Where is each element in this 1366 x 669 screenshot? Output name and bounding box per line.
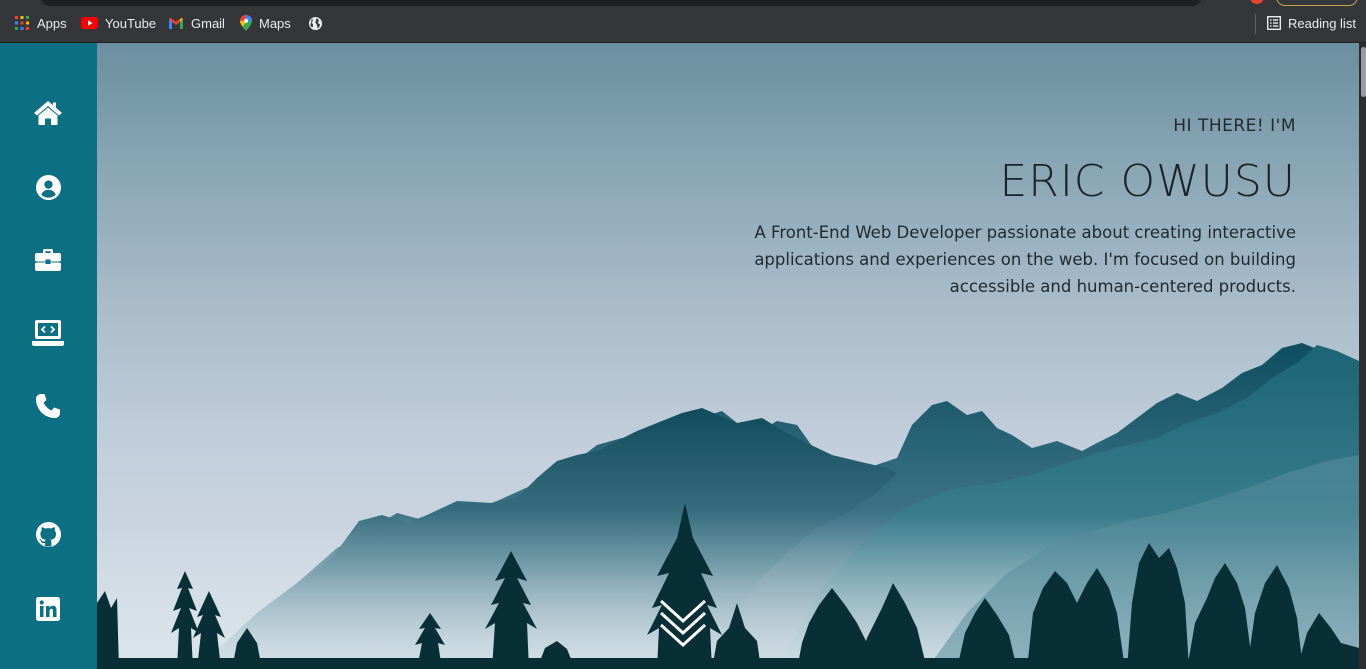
bookmark-label: YouTube — [105, 15, 157, 31]
bookmark-label: Apps — [37, 15, 67, 31]
profile-avatar[interactable] — [1250, 0, 1264, 4]
nav-home-button[interactable] — [30, 95, 66, 131]
social-linkedin-button[interactable] — [30, 591, 66, 627]
bookmark-gmail[interactable]: Gmail — [168, 14, 225, 32]
scrollbar-thumb[interactable] — [1361, 47, 1366, 97]
bookmarks-bar: Apps YouTube Gmail Maps Reading list — [0, 0, 1366, 43]
bookmark-youtube[interactable]: YouTube — [81, 14, 156, 32]
hero-greeting: HI THERE! I'M — [1173, 116, 1296, 136]
social-github-button[interactable] — [30, 516, 66, 552]
mountain-landscape-illustration — [97, 343, 1359, 669]
globe-icon — [308, 16, 323, 31]
profile-button[interactable] — [1276, 0, 1358, 6]
gmail-icon — [168, 17, 184, 29]
page-scrollbar[interactable] — [1359, 43, 1366, 669]
laptop-code-icon — [32, 320, 64, 346]
chevrons-down-icon — [659, 599, 707, 648]
nav-about-button[interactable] — [30, 169, 66, 205]
briefcase-icon — [35, 249, 61, 271]
apps-grid-icon — [14, 15, 30, 31]
bookmark-maps[interactable]: Maps — [240, 14, 291, 32]
github-icon — [35, 521, 61, 547]
bookmark-label: Gmail — [191, 15, 225, 31]
tagline-line: applications and experiences on the web.… — [754, 250, 1296, 269]
home-icon — [34, 101, 62, 125]
sidebar-nav — [0, 43, 97, 669]
reading-list-button[interactable]: Reading list — [1267, 14, 1356, 32]
bookmark-label: Maps — [259, 15, 291, 31]
phone-icon — [36, 394, 60, 418]
youtube-icon — [81, 17, 98, 29]
tagline-line: A Front-End Web Developer passionate abo… — [754, 223, 1296, 242]
nav-experience-button[interactable] — [30, 242, 66, 278]
hero-name: ERIC OWUSU — [999, 156, 1296, 207]
nav-projects-button[interactable] — [30, 315, 66, 351]
bookmark-globe[interactable] — [308, 14, 323, 32]
reading-list-icon — [1267, 16, 1281, 30]
bookmark-apps[interactable]: Apps — [14, 14, 67, 32]
hero-tagline: A Front-End Web Developer passionate abo… — [676, 219, 1296, 300]
scroll-down-button[interactable] — [658, 595, 708, 651]
user-circle-icon — [35, 174, 61, 200]
hero-section: HI THERE! I'M ERIC OWUSU A Front-End Web… — [97, 43, 1359, 669]
address-bar-edge[interactable] — [40, 0, 1202, 6]
maps-pin-icon — [240, 15, 252, 31]
reading-list-label: Reading list — [1288, 15, 1356, 31]
bookmarks-divider — [1255, 14, 1256, 34]
nav-contact-button[interactable] — [30, 388, 66, 424]
page-viewport: HI THERE! I'M ERIC OWUSU A Front-End Web… — [0, 43, 1366, 669]
linkedin-icon — [36, 597, 60, 621]
tagline-line: accessible and human-centered products. — [949, 277, 1296, 296]
